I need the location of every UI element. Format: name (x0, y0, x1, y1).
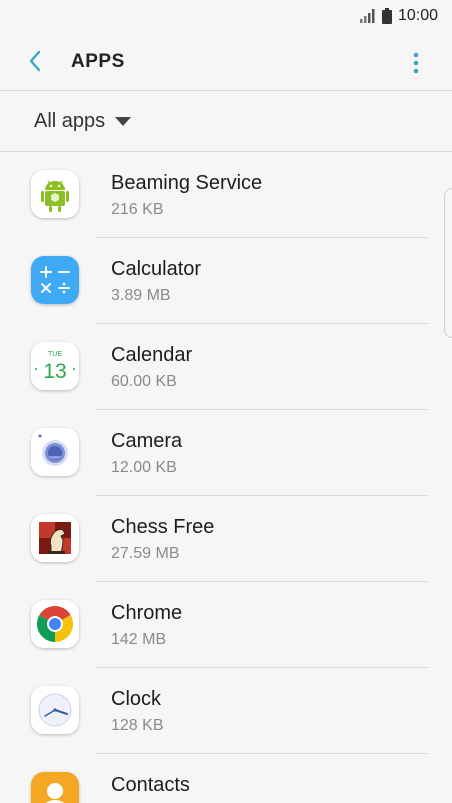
more-options-button[interactable] (404, 48, 428, 78)
app-row-calendar[interactable]: TUE 13 Calendar 60.00 KB (0, 324, 452, 410)
calculator-icon (31, 256, 79, 304)
app-row-beaming-service[interactable]: Beaming Service 216 KB (0, 152, 452, 238)
app-size: 27.59 MB (111, 545, 180, 562)
page-title: APPS (71, 51, 125, 72)
scroll-handle[interactable] (444, 188, 452, 338)
contacts-icon (31, 772, 79, 803)
app-row-contacts[interactable]: Contacts (0, 754, 452, 803)
status-time: 10:00 (397, 7, 438, 24)
app-size: 216 KB (111, 201, 164, 218)
app-size: 60.00 KB (111, 373, 177, 390)
app-size: 12.00 KB (111, 459, 177, 476)
app-row-calculator[interactable]: Calculator 3.89 MB (0, 238, 452, 324)
app-list: Beaming Service 216 KB Calculator 3.89 M… (0, 152, 452, 803)
android-icon (31, 170, 79, 218)
calendar-icon: TUE 13 (31, 342, 79, 390)
app-name: Chess Free (111, 516, 215, 538)
signal-icon (359, 9, 375, 23)
calendar-icon-date: 13 (43, 360, 66, 383)
app-row-clock[interactable]: Clock 128 KB (0, 668, 452, 754)
more-vertical-icon (413, 52, 419, 74)
app-row-chrome[interactable]: Chrome 142 MB (0, 582, 452, 668)
app-name: Beaming Service (111, 172, 263, 194)
app-name: Calculator (111, 258, 202, 280)
chess-icon (31, 514, 79, 562)
app-row-camera[interactable]: Camera 12.00 KB (0, 410, 452, 496)
back-arrow-icon (29, 50, 41, 72)
app-name: Chrome (111, 602, 183, 624)
app-name: Camera (111, 430, 183, 452)
app-row-chess-free[interactable]: Chess Free 27.59 MB (0, 496, 452, 582)
app-size: 142 MB (111, 631, 167, 648)
app-size: 128 KB (111, 717, 164, 734)
calendar-icon-day: TUE (48, 351, 62, 358)
status-bar: 10:00 (0, 0, 452, 32)
app-bar: APPS (0, 32, 452, 90)
app-name: Calendar (111, 344, 193, 366)
back-button[interactable] (20, 46, 50, 76)
app-name: Contacts (111, 774, 190, 796)
app-size: 3.89 MB (111, 287, 171, 304)
clock-icon (31, 686, 79, 734)
filter-dropdown[interactable]: All apps (0, 91, 452, 151)
filter-label: All apps (34, 109, 106, 132)
chrome-icon (31, 600, 79, 648)
caret-down-icon (115, 116, 132, 126)
app-name: Clock (111, 688, 162, 710)
camera-icon (31, 428, 79, 476)
battery-icon (381, 8, 392, 24)
